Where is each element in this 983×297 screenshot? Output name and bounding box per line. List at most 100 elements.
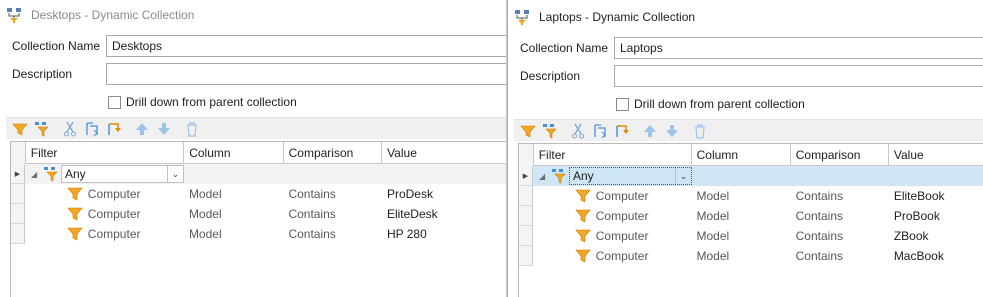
table-row[interactable]: Computer Model Contains EliteDesk [11,204,506,224]
drill-down-checkbox[interactable]: Drill down from parent collection [616,97,805,111]
group-funnel-icon [44,167,58,182]
filter-grid: Filter Column Comparison Value ▶ ◢ Any ⌄… [10,141,506,297]
header-comparison[interactable]: Comparison [791,144,889,166]
checkbox-box[interactable] [616,97,629,111]
collapse-icon[interactable]: ◢ [31,170,41,179]
description-label: Description [12,67,73,81]
group-row[interactable]: ▶ ◢ Any ⌄ [11,164,506,184]
header-value[interactable]: Value [889,144,983,166]
row-selector-header [11,142,26,164]
row-selector[interactable] [519,186,533,206]
header-column[interactable]: Column [692,144,791,166]
cell-value: EliteBook [893,189,945,203]
collection-name-label: Collection Name [12,39,101,53]
group-funnel-icon [552,169,566,184]
header-value[interactable]: Value [382,142,506,164]
add-group-button[interactable] [32,119,52,139]
cell-comparison: Contains [795,209,843,223]
cut-icon [64,121,76,136]
copy-button[interactable] [590,121,610,141]
add-condition-icon [12,123,28,135]
paste-icon [616,124,629,137]
paste-button[interactable] [612,121,632,141]
table-row[interactable]: Computer Model Contains EliteBook [519,186,983,206]
cell-column: Model [696,249,730,263]
cell-filter: Computer [595,189,649,203]
cell-filter: Computer [87,187,141,201]
header-filter[interactable]: Filter [26,142,185,164]
header-comparison[interactable]: Comparison [284,142,383,164]
cut-button[interactable] [568,121,588,141]
add-condition-button[interactable] [10,119,30,139]
filter-funnel-icon [67,207,83,221]
row-selector[interactable] [519,206,533,226]
cut-icon [572,123,584,138]
header-filter[interactable]: Filter [534,144,692,166]
cell-column: Model [188,187,222,201]
dynamic-collection-icon [7,8,21,23]
cell-column: Model [188,207,222,221]
checkbox-box[interactable] [108,95,121,109]
move-down-button[interactable] [154,119,174,139]
collection-name-input[interactable] [614,37,983,59]
cell-value: MacBook [893,249,944,263]
grid-header: Filter Column Comparison Value [11,142,506,164]
row-selector[interactable] [519,246,533,266]
row-selector[interactable] [519,226,533,246]
add-condition-button[interactable] [518,121,538,141]
cell-comparison: Contains [795,249,843,263]
table-row[interactable]: Computer Model Contains ZBook [519,226,983,246]
cut-button[interactable] [60,119,80,139]
table-row[interactable]: Computer Model Contains ProDesk [11,184,506,204]
group-row[interactable]: ▶ ◢ Any ⌄ [519,166,983,186]
filter-funnel-icon [575,189,591,203]
chevron-down-icon[interactable]: ⌄ [675,168,691,184]
filter-funnel-icon [575,209,591,223]
cell-column: Model [188,227,222,241]
row-selector[interactable] [11,204,25,224]
filter-funnel-icon [575,229,591,243]
cell-comparison: Contains [795,229,843,243]
chevron-down-icon[interactable]: ⌄ [167,166,183,182]
description-input[interactable] [106,63,506,85]
cell-filter: Computer [595,249,649,263]
operator-select[interactable]: Any ⌄ [569,167,692,185]
collection-name-input[interactable] [106,35,506,57]
row-selector[interactable] [11,224,25,244]
filter-toolbar [514,119,983,141]
operator-select[interactable]: Any ⌄ [61,165,184,183]
description-input[interactable] [614,65,983,87]
table-row[interactable]: Computer Model Contains HP 280 [11,224,506,244]
operator-value: Any [573,169,594,183]
cell-value: ZBook [893,229,929,243]
filter-funnel-icon [67,227,83,241]
add-group-icon [543,123,557,138]
cell-column: Model [696,229,730,243]
paste-button[interactable] [104,119,124,139]
row-selector[interactable] [11,184,25,204]
cell-value: EliteDesk [386,207,438,221]
copy-button[interactable] [82,119,102,139]
move-up-button[interactable] [132,119,152,139]
grid-header: Filter Column Comparison Value [519,144,983,166]
cell-comparison: Contains [795,189,843,203]
row-selector[interactable]: ▶ [519,166,533,186]
move-down-icon [158,122,170,135]
delete-button[interactable] [690,121,710,141]
paste-icon [108,122,121,135]
description-label: Description [520,69,581,83]
table-row[interactable]: Computer Model Contains ProBook [519,206,983,226]
move-down-button[interactable] [662,121,682,141]
cell-column: Model [696,189,730,203]
row-selector[interactable]: ▶ [11,164,25,184]
delete-button[interactable] [182,119,202,139]
cell-comparison: Contains [288,187,336,201]
move-down-icon [666,124,678,137]
drill-down-checkbox[interactable]: Drill down from parent collection [108,95,297,109]
move-up-button[interactable] [640,121,660,141]
add-group-button[interactable] [540,121,560,141]
cell-filter: Computer [87,207,141,221]
collapse-icon[interactable]: ◢ [539,172,549,181]
header-column[interactable]: Column [184,142,284,164]
table-row[interactable]: Computer Model Contains MacBook [519,246,983,266]
